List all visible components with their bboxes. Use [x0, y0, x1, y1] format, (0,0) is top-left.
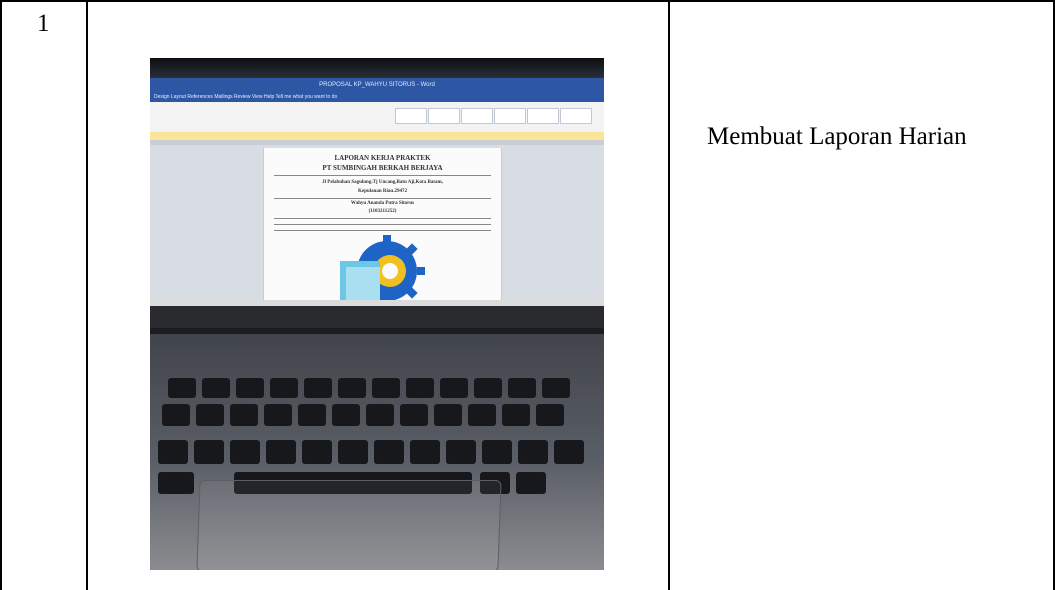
keyboard-key: [158, 440, 188, 464]
license-message-bar: [150, 132, 604, 140]
keyboard-key: [410, 440, 440, 464]
row-number: 1: [37, 10, 50, 37]
style-gallery-item: [560, 108, 592, 124]
keyboard-key: [446, 440, 476, 464]
keyboard-key: [542, 378, 570, 398]
style-gallery-item: [428, 108, 460, 124]
keyboard-key: [302, 440, 332, 464]
table-border-left: [0, 0, 2, 590]
style-gallery-item: [395, 108, 427, 124]
keyboard-key: [400, 404, 428, 426]
keyboard-key: [516, 472, 546, 494]
table-border-col2: [668, 0, 670, 590]
style-gallery-item: [461, 108, 493, 124]
keyboard-key: [406, 378, 434, 398]
doc-id: (1103211252): [368, 209, 397, 214]
laptop-screen: PROPOSAL KP_WAHYU SITORUS - Word Design …: [150, 78, 604, 308]
report-table: 1 Membuat Laporan Harian PROPOSAL KP_WAH…: [0, 0, 1055, 590]
keyboard-key: [230, 440, 260, 464]
keyboard-key: [332, 404, 360, 426]
keyboard-key: [168, 378, 196, 398]
polytechnic-logo: [340, 235, 425, 303]
keyboard-key: [502, 404, 530, 426]
keyboard-key: [474, 378, 502, 398]
style-gallery-item: [494, 108, 526, 124]
word-ruler: [150, 140, 604, 145]
keyboard-key: [338, 378, 366, 398]
keyboard-key: [266, 440, 296, 464]
keyboard-key: [554, 440, 584, 464]
laptop-hinge: [150, 328, 604, 334]
word-ribbon: [150, 102, 604, 133]
doc-address-2: Kepulauan Riau.29472: [358, 189, 407, 194]
touchpad: [196, 480, 502, 570]
keyboard-key: [270, 378, 298, 398]
keyboard-key: [304, 378, 332, 398]
laptop-lid-top: [150, 58, 604, 78]
doc-address-1: Jl Pelabuhan Sagulung.Tj Uncang,Batu Aji…: [322, 180, 443, 185]
doc-author: Wahyu Ananda Putra Sitorus: [350, 201, 415, 206]
keyboard-key: [194, 440, 224, 464]
table-top-border: [0, 0, 1055, 2]
doc-rule: [274, 198, 491, 199]
keyboard-key: [372, 378, 400, 398]
doc-rule: [274, 230, 491, 231]
keyboard-key: [508, 378, 536, 398]
activity-description: Membuat Laporan Harian: [707, 123, 967, 150]
keyboard-key: [158, 472, 194, 494]
keyboard-key: [196, 404, 224, 426]
keyboard-key: [518, 440, 548, 464]
keyboard-key: [230, 404, 258, 426]
keyboard-key: [366, 404, 394, 426]
keyboard-key: [298, 404, 326, 426]
word-titlebar: PROPOSAL KP_WAHYU SITORUS - Word: [150, 78, 604, 92]
document-page: LAPORAN KERJA PRAKTEK PT SUMBINGAH BERKA…: [263, 148, 502, 308]
doc-rule: [274, 224, 491, 225]
keyboard-key: [236, 378, 264, 398]
doc-company: PT SUMBINGAH BERKAH BERJAYA: [322, 164, 443, 172]
keyboard-key: [202, 378, 230, 398]
keyboard-key: [374, 440, 404, 464]
table-border-col1: [86, 0, 88, 590]
keyboard-key: [536, 404, 564, 426]
doc-rule: [274, 218, 491, 219]
activity-photo: PROPOSAL KP_WAHYU SITORUS - Word Design …: [150, 58, 604, 570]
doc-title: LAPORAN KERJA PRAKTEK: [334, 154, 431, 162]
keyboard-key: [162, 404, 190, 426]
keyboard-key: [440, 378, 468, 398]
keyboard-key: [468, 404, 496, 426]
laptop-bezel: [150, 306, 604, 328]
keyboard-key: [264, 404, 292, 426]
word-menubar: Design Layout References Mailings Review…: [150, 92, 604, 102]
style-gallery-item: [527, 108, 559, 124]
keyboard-key: [482, 440, 512, 464]
doc-rule: [274, 175, 491, 176]
keyboard-key: [434, 404, 462, 426]
keyboard-key: [338, 440, 368, 464]
